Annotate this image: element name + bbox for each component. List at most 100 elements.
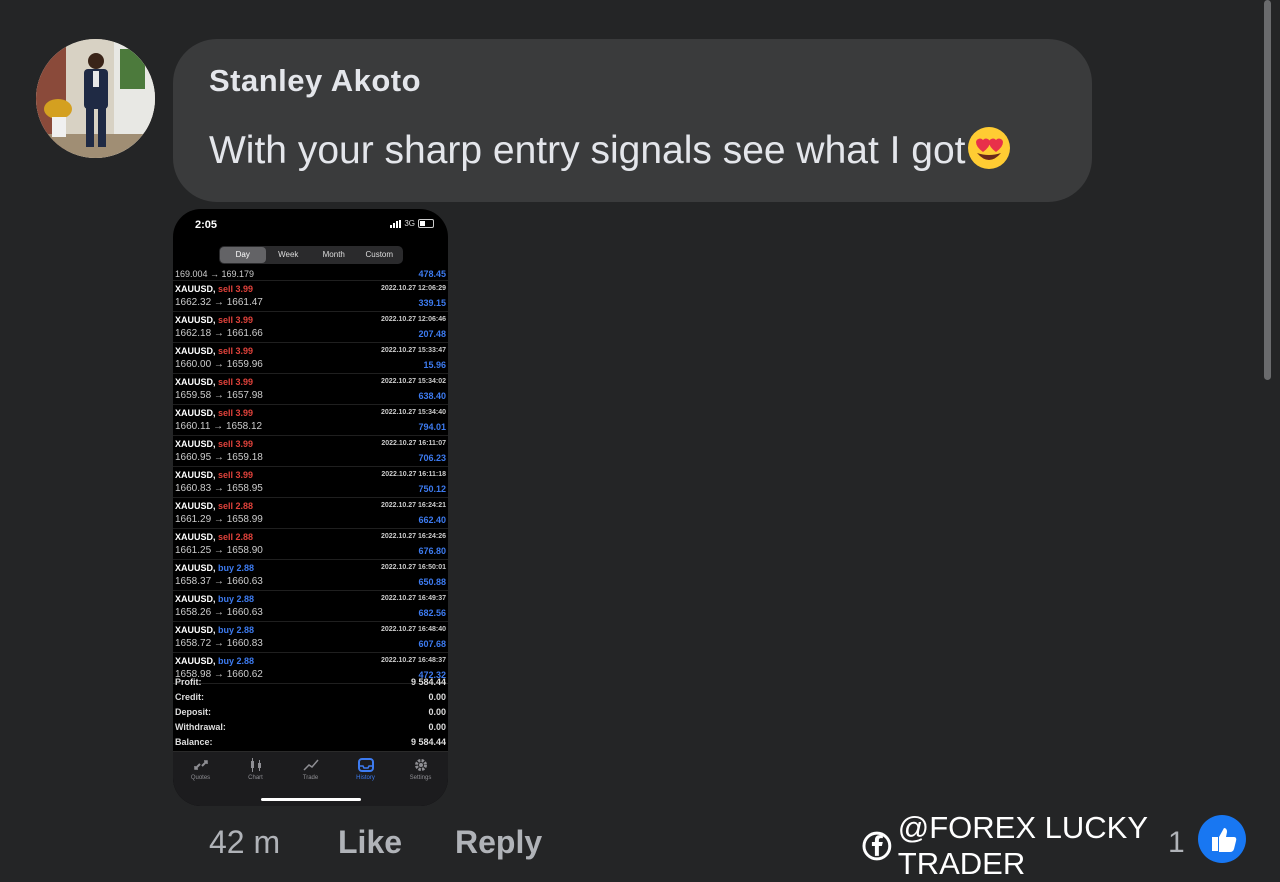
tab-trade-label: Trade	[302, 775, 319, 781]
history-icon	[357, 758, 374, 772]
deal-volume: sell 2.88	[218, 501, 254, 511]
chart-icon	[250, 758, 261, 772]
summary-value: 9 584.44	[410, 677, 446, 687]
deal-volume: sell 3.99	[218, 408, 254, 418]
deal-profit: 638.40	[418, 391, 446, 401]
tab-history-label: History	[356, 775, 375, 781]
deal-volume: buy 2.88	[218, 594, 255, 604]
reply-button[interactable]: Reply	[455, 824, 542, 861]
avatar[interactable]	[36, 39, 155, 158]
deal-profit: 207.48	[418, 329, 446, 339]
network-type: 3G	[404, 219, 415, 228]
comment-timestamp[interactable]: 42 m	[209, 824, 338, 861]
deal-row[interactable]: XAUUSD, sell 3.99 2022.10.27 16:11:18 1660…	[173, 467, 448, 498]
comment-text-row: With your sharp entry signals see what I…	[209, 125, 1056, 181]
deal-row[interactable]: XAUUSD, sell 3.99 2022.10.27 16:11:07 1660…	[173, 436, 448, 467]
comment-bubble: Stanley Akoto With your sharp entry sign…	[173, 39, 1092, 202]
deal-row[interactable]: XAUUSD, sell 3.99 2022.10.27 15:33:47 1660…	[173, 343, 448, 374]
summary-label: Credit:	[175, 692, 204, 702]
deal-symbol-line: XAUUSD, sell 3.99	[175, 284, 253, 294]
summary-value: 0.00	[428, 692, 446, 702]
deal-symbol: XAUUSD,	[175, 625, 216, 635]
deal-prices: 1662.18 → 1661.66	[175, 328, 263, 339]
deal-volume: sell 3.99	[218, 315, 254, 325]
deal-prices: 1660.11 → 1658.12	[175, 421, 263, 432]
deal-row[interactable]: XAUUSD, buy 2.88 2022.10.27 16:49:37 1658.…	[173, 591, 448, 622]
deal-time: 2022.10.27 16:11:18	[381, 471, 446, 478]
deal-time: 2022.10.27 16:48:37	[381, 657, 446, 664]
comment-text: With your sharp entry signals see what I…	[209, 129, 966, 172]
deal-symbol-line: XAUUSD, sell 3.99	[175, 377, 253, 387]
deal-row[interactable]: XAUUSD, buy 2.88 2022.10.27 16:50:01 1658.…	[173, 560, 448, 591]
deal-time: 2022.10.27 16:24:26	[381, 533, 446, 540]
settings-icon	[414, 759, 427, 771]
deal-time: 2022.10.27 12:06:29	[381, 285, 446, 292]
deal-row[interactable]: XAUUSD, sell 3.99 2022.10.27 15:34:02 1659…	[173, 374, 448, 405]
deal-symbol-line: XAUUSD, sell 3.99	[175, 346, 253, 356]
summary-row: Balance: 9 584.44	[173, 735, 448, 750]
deal-symbol: XAUUSD,	[175, 563, 216, 573]
deal-row[interactable]: XAUUSD, sell 3.99 2022.10.27 15:34:40 1660…	[173, 405, 448, 436]
summary-label: Profit:	[175, 677, 202, 687]
deal-time: 2022.10.27 16:48:40	[381, 626, 446, 633]
deal-profit: 339.15	[418, 298, 446, 308]
tab-chart-label: Chart	[248, 775, 263, 781]
avatar-photo	[36, 39, 155, 158]
deal-profit: 15.96	[423, 360, 446, 370]
deal-symbol: XAUUSD,	[175, 470, 216, 480]
deal-profit: 478.45	[418, 269, 446, 279]
deal-symbol: XAUUSD,	[175, 594, 216, 604]
deal-prices: 169.004 → 169.179	[175, 269, 255, 279]
deal-row[interactable]: XAUUSD, sell 2.88 2022.10.27 16:24:26 1661…	[173, 529, 448, 560]
trade-icon	[302, 759, 319, 771]
deal-time: 2022.10.27 15:33:47	[381, 347, 446, 354]
deal-symbol-line: XAUUSD, sell 2.88	[175, 501, 253, 511]
attached-screenshot[interactable]: 2:05 3G Day Week Month Custom 169.004 → …	[173, 209, 448, 806]
deal-time: 2022.10.27 15:34:02	[381, 378, 446, 385]
deal-volume: sell 3.99	[218, 346, 254, 356]
deal-symbol: XAUUSD,	[175, 315, 216, 325]
period-day[interactable]: Day	[220, 247, 266, 263]
deal-volume: sell 3.99	[218, 377, 254, 387]
deal-symbol: XAUUSD,	[175, 532, 216, 542]
period-month[interactable]: Month	[311, 247, 357, 263]
deal-profit: 794.01	[418, 422, 446, 432]
deal-symbol-line: XAUUSD, buy 2.88	[175, 625, 254, 635]
deal-symbol: XAUUSD,	[175, 346, 216, 356]
deal-symbol-line: XAUUSD, buy 2.88	[175, 563, 254, 573]
watermark-text: @FOREX LUCKY TRADER	[897, 810, 1148, 881]
deal-symbol: XAUUSD,	[175, 501, 216, 511]
period-custom[interactable]: Custom	[357, 247, 403, 263]
summary-label: Balance:	[175, 737, 213, 747]
deal-symbol: XAUUSD,	[175, 408, 216, 418]
tab-settings[interactable]: Settings	[393, 752, 448, 806]
tab-quotes[interactable]: Quotes	[173, 752, 228, 806]
summary-row: Deposit: 0.00	[173, 705, 448, 720]
quotes-icon	[193, 760, 208, 770]
deal-symbol-line: XAUUSD, sell 2.88	[175, 532, 253, 542]
facebook-logo-icon	[862, 831, 892, 861]
deal-row[interactable]: XAUUSD, sell 3.99 2022.10.27 12:06:29 1662…	[173, 281, 448, 312]
deal-symbol: XAUUSD,	[175, 656, 216, 666]
period-week[interactable]: Week	[266, 247, 312, 263]
deal-profit: 607.68	[418, 639, 446, 649]
watermark: @FOREX LUCKY TRADER	[862, 810, 1280, 882]
deal-symbol-line: XAUUSD, sell 3.99	[175, 315, 253, 325]
deal-profit: 676.80	[418, 546, 446, 556]
deal-symbol: XAUUSD,	[175, 284, 216, 294]
deal-volume: sell 3.99	[218, 470, 254, 480]
deal-row[interactable]: XAUUSD, sell 2.88 2022.10.27 16:24:21 1661…	[173, 498, 448, 529]
like-button[interactable]: Like	[338, 824, 455, 861]
summary-row: Credit: 0.00	[173, 690, 448, 705]
scrollbar[interactable]	[1264, 0, 1271, 380]
deal-prices: 1662.32 → 1661.47	[175, 297, 263, 308]
summary-value: 0.00	[428, 722, 446, 732]
battery-icon	[418, 219, 434, 228]
comment-author[interactable]: Stanley Akoto	[209, 63, 1056, 99]
deal-profit: 650.88	[418, 577, 446, 587]
deal-row[interactable]: XAUUSD, sell 3.99 2022.10.27 12:06:46 1662…	[173, 312, 448, 343]
tab-settings-label: Settings	[409, 775, 432, 781]
deal-prices: 1658.72 → 1660.83	[175, 638, 263, 649]
deal-row[interactable]: XAUUSD, buy 2.88 2022.10.27 16:48:40 1658.…	[173, 622, 448, 653]
status-indicators: 3G	[390, 219, 434, 228]
